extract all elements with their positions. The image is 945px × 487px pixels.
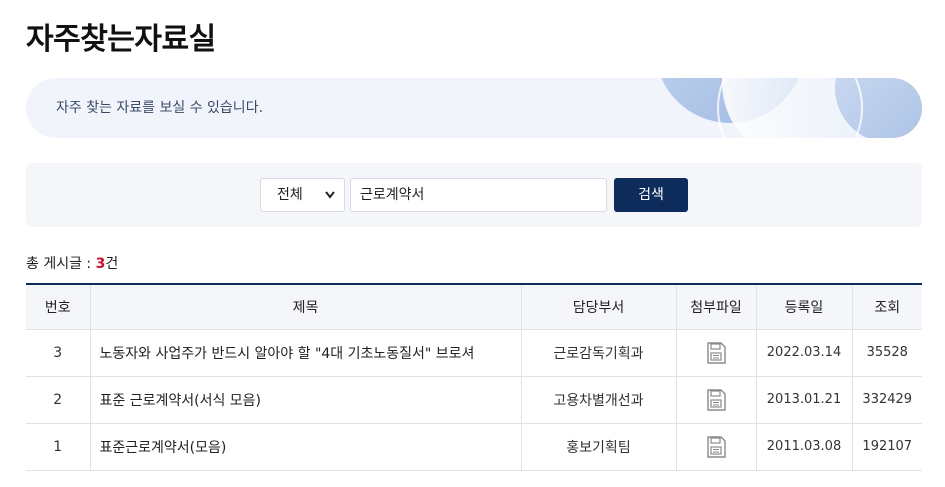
header-date: 등록일: [755, 283, 852, 330]
header-attachment: 첨부파일: [675, 283, 756, 330]
row-department: 홍보기획팀: [520, 423, 676, 471]
row-date: 2022.03.14: [755, 329, 852, 377]
chevron-down-icon: [325, 191, 335, 199]
row-department: 고용차별개선과: [520, 376, 676, 424]
search-input[interactable]: 근로계약서: [350, 178, 607, 212]
total-count-label: 총 게시글 :: [26, 256, 96, 272]
file-icon[interactable]: [706, 435, 726, 458]
page-banner: 자주 찾는 자료를 보실 수 있습니다.: [26, 78, 922, 138]
row-title-link[interactable]: 노동자와 사업주가 반드시 알아야 할 "4대 기초노동질서" 브로셔: [89, 329, 521, 377]
row-date: 2013.01.21: [755, 376, 852, 424]
row-date: 2011.03.08: [755, 423, 852, 471]
file-icon[interactable]: [706, 388, 726, 411]
row-views: 192107: [851, 423, 922, 471]
banner-text: 자주 찾는 자료를 보실 수 있습니다.: [56, 100, 264, 116]
row-views: 332429: [851, 376, 922, 424]
table-row: 3 노동자와 사업주가 반드시 알아야 할 "4대 기초노동질서" 브로셔 근로…: [26, 329, 922, 377]
banner-decoration: [661, 78, 922, 138]
search-button[interactable]: 검색: [614, 178, 688, 212]
total-count-suffix: 건: [105, 256, 119, 272]
search-panel: 전체 근로계약서 검색: [26, 163, 922, 227]
row-no: 1: [26, 423, 90, 471]
header-no: 번호: [26, 283, 90, 330]
row-department: 근로감독기획과: [520, 329, 676, 377]
table-header-row: 번호 제목 담당부서 첨부파일 등록일 조회: [26, 283, 922, 330]
row-title-link[interactable]: 표준근로계약서(모음): [89, 423, 521, 471]
total-count: 총 게시글 : 3건: [26, 254, 118, 274]
page-title: 자주찾는자료실: [26, 22, 216, 57]
total-count-value: 3: [95, 256, 106, 272]
row-title-link[interactable]: 표준 근로계약서(서식 모음): [89, 376, 521, 424]
table-row: 2 표준 근로계약서(서식 모음) 고용차별개선과 2013.01.21 332…: [26, 376, 922, 424]
row-no: 3: [26, 329, 90, 377]
header-department: 담당부서: [520, 283, 676, 330]
table-row: 1 표준근로계약서(모음) 홍보기획팀 2011.03.08 192107: [26, 423, 922, 471]
row-attachment: [675, 376, 756, 424]
header-views: 조회: [851, 283, 922, 330]
row-attachment: [675, 423, 756, 471]
file-icon[interactable]: [706, 341, 726, 364]
header-title: 제목: [89, 283, 521, 330]
board-table: 번호 제목 담당부서 첨부파일 등록일 조회 3 노동자와 사업주가 반드시 알…: [26, 283, 922, 471]
category-select-value: 전체: [277, 187, 303, 203]
category-select[interactable]: 전체: [260, 178, 345, 212]
row-no: 2: [26, 376, 90, 424]
row-attachment: [675, 329, 756, 377]
row-views: 35528: [851, 329, 922, 377]
